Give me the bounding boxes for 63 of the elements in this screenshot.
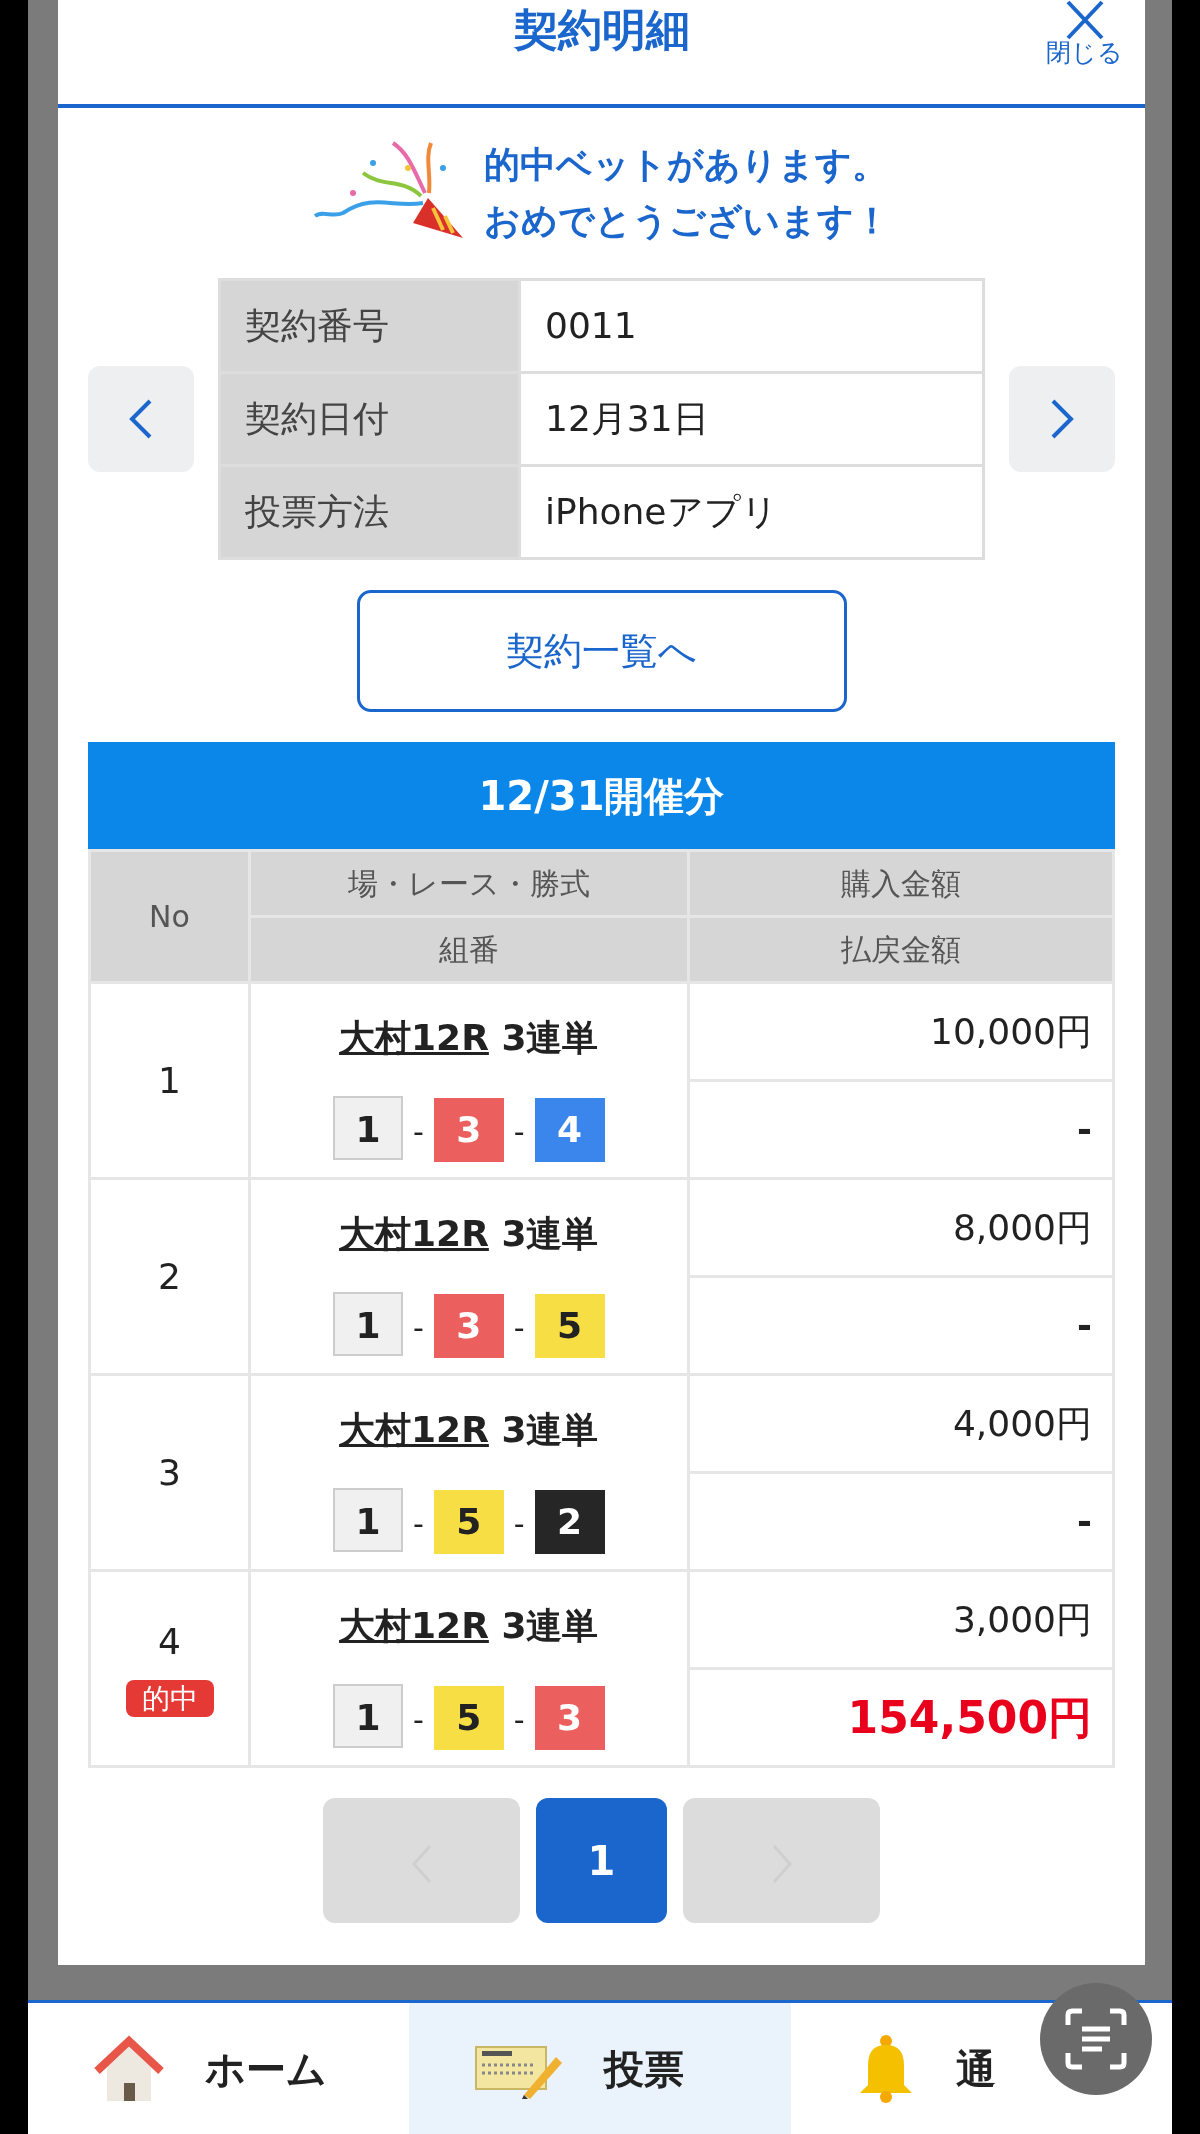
stake-amount: 3,000円 [688, 1570, 1114, 1669]
column-header: 購入金額 [688, 850, 1114, 917]
race-link[interactable]: 大村12R [339, 1604, 489, 1646]
payout-amount: - [688, 1276, 1114, 1375]
row-number: 2 [157, 1254, 182, 1299]
bet-type: 3連単 [501, 1016, 599, 1058]
stake-amount: 4,000円 [688, 1374, 1114, 1473]
boat-number: 1 [332, 1683, 403, 1748]
contract-list-button[interactable]: 契約一覧へ [356, 590, 847, 712]
congratulation-text: 的中ベットがあります。 [484, 143, 889, 187]
boat-number: 1 [332, 1095, 403, 1160]
info-label: 契約番号 [219, 279, 520, 373]
bet-type: 3連単 [501, 1212, 599, 1254]
boat-number: 3 [433, 1097, 504, 1162]
info-value: iPhoneアプリ [519, 465, 984, 559]
boat-number: 1 [332, 1487, 403, 1552]
payout-amount: 154,500円 [688, 1668, 1114, 1767]
payout-amount: - [688, 1472, 1114, 1571]
boat-number: 2 [534, 1489, 605, 1554]
session-header: 12/31開催分 [88, 742, 1115, 849]
scan-icon [1064, 2007, 1128, 2071]
info-label: 投票方法 [219, 465, 520, 559]
boat-number: 3 [534, 1685, 605, 1750]
race-link[interactable]: 大村12R [339, 1212, 489, 1254]
info-value: 12月31日 [519, 372, 984, 466]
race-link[interactable]: 大村12R [339, 1408, 489, 1450]
boat-number: 5 [534, 1293, 605, 1358]
row-number: 3 [157, 1450, 182, 1495]
hit-badge: 的中 [125, 1679, 214, 1717]
previous-contract-button[interactable] [88, 366, 194, 472]
boat-number: 5 [433, 1685, 504, 1750]
boat-number: 5 [433, 1489, 504, 1554]
dash-separator: - [513, 1701, 525, 1737]
stake-amount: 8,000円 [688, 1178, 1114, 1277]
dash-separator: - [513, 1505, 525, 1541]
page-button[interactable]: 1 [536, 1798, 667, 1923]
race-link[interactable]: 大村12R [339, 1016, 489, 1058]
close-button[interactable]: 閉じる [1046, 0, 1123, 65]
next-contract-button[interactable] [1009, 366, 1115, 472]
boat-number: 4 [534, 1097, 605, 1162]
congratulation-text: おめでとうございます！ [484, 199, 890, 243]
nav-tab[interactable]: 投票 [409, 2003, 791, 2134]
info-label: 契約日付 [219, 372, 520, 466]
info-value: 0011 [519, 279, 984, 373]
dash-separator: - [412, 1113, 424, 1149]
row-number: 4 [157, 1619, 182, 1664]
payout-amount: - [688, 1080, 1114, 1179]
row-number: 1 [157, 1058, 182, 1103]
dash-separator: - [412, 1309, 424, 1345]
column-header: 払戻金額 [688, 916, 1114, 983]
modal-title: 契約明細 [513, 3, 690, 57]
column-header: 場・レース・勝式 [249, 850, 689, 917]
bet-type: 3連単 [501, 1604, 599, 1646]
bet-type: 3連単 [501, 1408, 599, 1450]
dash-separator: - [513, 1113, 525, 1149]
column-header: No [89, 850, 250, 983]
boat-number: 3 [433, 1293, 504, 1358]
stake-amount: 10,000円 [688, 982, 1114, 1081]
column-header: 組番 [249, 916, 689, 983]
dash-separator: - [412, 1701, 424, 1737]
boat-number: 1 [332, 1291, 403, 1356]
dash-separator: - [513, 1309, 525, 1345]
dash-separator: - [412, 1505, 424, 1541]
